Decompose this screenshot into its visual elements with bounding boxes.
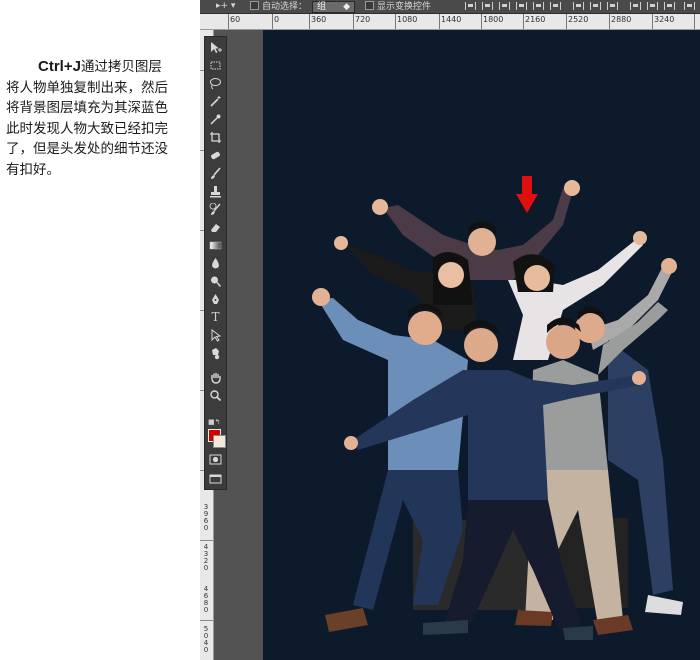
photoshop-window: ▸+ ▾ 自动选择： 组 ◆ 显示变换控件 60 0 360 720 1080 … xyxy=(200,0,700,660)
align-vcenter-icon[interactable] xyxy=(482,2,493,10)
type-icon[interactable]: T xyxy=(208,310,223,325)
shortcut-label: Ctrl+J xyxy=(38,58,81,75)
dodge-icon[interactable] xyxy=(208,274,223,289)
lasso-icon[interactable] xyxy=(208,76,223,91)
checkbox-icon xyxy=(250,1,259,10)
pen-icon[interactable] xyxy=(208,292,223,307)
distribute-right-icon[interactable] xyxy=(664,2,675,10)
stamp-icon[interactable] xyxy=(208,184,223,199)
blur-icon[interactable] xyxy=(208,256,223,271)
instruction-line-1: Ctrl+J通过拷贝图层 xyxy=(38,58,162,75)
align-right-icon[interactable] xyxy=(550,2,561,10)
screen-mode-icon[interactable] xyxy=(208,471,223,486)
instruction-line-4: 此时发现人物大致已经扣完 xyxy=(6,120,168,137)
distribute-hcenter-icon[interactable] xyxy=(647,2,658,10)
align-left-icon[interactable] xyxy=(516,2,527,10)
quick-mask-icon[interactable] xyxy=(208,452,223,467)
distribute-bottom-icon[interactable] xyxy=(607,2,618,10)
history-brush-icon[interactable] xyxy=(208,202,223,217)
tools-panel: T ■↰ xyxy=(204,36,227,490)
auto-select-checkbox[interactable]: 自动选择： xyxy=(250,1,307,13)
auto-select-dropdown[interactable]: 组 ◆ xyxy=(312,1,356,13)
hand-icon[interactable] xyxy=(208,370,223,385)
align-bottom-icon[interactable] xyxy=(499,2,510,10)
instruction-line-5: 了，但是头发处的细节还没 xyxy=(6,141,168,157)
crop-icon[interactable] xyxy=(208,130,223,145)
tool-preset-icon[interactable]: ▸+ ▾ xyxy=(216,1,235,12)
align-hcenter-icon[interactable] xyxy=(533,2,544,10)
ruler-top[interactable]: 60 0 360 720 1080 1440 1800 2160 2520 28… xyxy=(200,14,700,30)
default-colors-icon[interactable]: ■↰ xyxy=(208,418,220,426)
eraser-icon[interactable] xyxy=(208,220,223,235)
instruction-text: Ctrl+J通过拷贝图层 将人物单独复制出来，然后 将背景图层填充为其深蓝色 此… xyxy=(6,57,202,180)
marquee-icon[interactable] xyxy=(208,58,223,73)
show-transform-checkbox[interactable]: 显示变换控件 xyxy=(365,1,431,13)
gradient-icon[interactable] xyxy=(208,238,223,253)
instruction-line-3: 将背景图层填充为其深蓝色 xyxy=(6,100,168,116)
shape-icon[interactable] xyxy=(208,346,223,361)
align-top-icon[interactable] xyxy=(465,2,476,10)
auto-align-icon[interactable] xyxy=(684,2,695,10)
eyedropper-icon[interactable] xyxy=(208,112,223,127)
document-canvas[interactable] xyxy=(263,30,700,660)
zoom-icon[interactable] xyxy=(208,388,223,403)
magic-wand-icon[interactable] xyxy=(208,94,223,109)
brush-icon[interactable] xyxy=(208,166,223,181)
instruction-line-6: 有扣好。 xyxy=(6,161,60,178)
distribute-vcenter-icon[interactable] xyxy=(590,2,601,10)
distribute-top-icon[interactable] xyxy=(573,2,584,10)
group-photo xyxy=(312,180,683,640)
options-bar: ▸+ ▾ 自动选择： 组 ◆ 显示变换控件 xyxy=(200,0,700,14)
healing-brush-icon[interactable] xyxy=(208,148,223,163)
instruction-line-2: 将人物单独复制出来，然后 xyxy=(6,79,168,96)
person-denim-shirt-left xyxy=(312,288,468,632)
checkbox-icon xyxy=(365,1,374,10)
distribute-left-icon[interactable] xyxy=(630,2,641,10)
background-color-swatch[interactable] xyxy=(213,435,226,448)
path-select-icon[interactable] xyxy=(208,328,223,343)
move-icon[interactable] xyxy=(208,40,223,55)
